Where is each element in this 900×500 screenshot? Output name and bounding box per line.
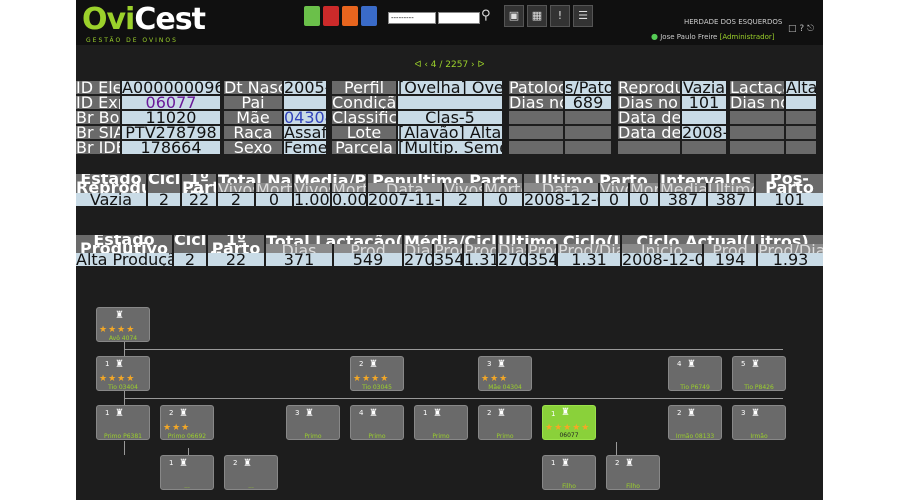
sheep-icon: ♜ (369, 359, 378, 370)
node-number: 2 (677, 409, 682, 417)
sheep-icon: ♜ (305, 408, 314, 419)
rating-stars: ★★★ (163, 423, 191, 433)
node-number: 1 (551, 459, 556, 467)
rating-stars: ★★★ (481, 374, 509, 384)
tree-node-label[interactable]: ... (224, 483, 278, 490)
tree-connector (124, 441, 125, 455)
sheep-icon: ♜ (687, 359, 696, 370)
tree-node-label[interactable]: Mãe 04304 (478, 384, 532, 391)
node-number: 2 (487, 409, 492, 417)
sheep-icon: ♜ (561, 458, 570, 469)
rating-stars: ★★★★ (99, 325, 136, 335)
node-number: 2 (359, 360, 364, 368)
tree-node-label[interactable]: Irmão 08133 (668, 433, 722, 440)
sheep-icon: ♜ (433, 408, 442, 419)
node-number: 1 (423, 409, 428, 417)
tree-node-label[interactable]: Tio P8426 (732, 384, 786, 391)
sheep-icon: ♜ (115, 408, 124, 419)
node-number: 4 (359, 409, 364, 417)
tree-node-label[interactable]: ... (160, 483, 214, 490)
family-tree: ♜ ★★★★ Avô 4074 1 ♜ ★★★★ Tio 03404 2 ♜ ★★★★ Tio 03… (76, 0, 823, 500)
sheep-icon: ♜ (369, 408, 378, 419)
tree-connector (124, 398, 783, 399)
node-number: 4 (677, 360, 682, 368)
tree-node-label[interactable]: Primo (350, 433, 404, 440)
node-number: 2 (233, 459, 238, 467)
tree-node-label[interactable]: Filho (606, 483, 660, 490)
sheep-icon: ♜ (497, 408, 506, 419)
tree-node-label[interactable]: 06077 (542, 432, 596, 439)
sheep-icon: ♜ (115, 359, 124, 370)
node-number: 1 (105, 360, 110, 368)
sheep-icon: ♜ (561, 407, 570, 418)
sheep-icon: ♜ (751, 359, 760, 370)
tree-connector (124, 349, 783, 350)
tree-node-label[interactable]: Avô 4074 (96, 335, 150, 342)
sheep-icon: ♜ (115, 310, 124, 321)
tree-node-label[interactable]: Tio 03045 (350, 384, 404, 391)
tree-node-label[interactable]: Irmão (732, 433, 786, 440)
node-number: 1 (551, 410, 556, 418)
rating-stars: ★★★★ (353, 374, 390, 384)
tree-node-label[interactable]: Tio P6749 (668, 384, 722, 391)
rating-stars: ★★★★ (99, 374, 136, 384)
node-number: 1 (169, 459, 174, 467)
tree-node-label[interactable]: Primo (286, 433, 340, 440)
sheep-icon: ♜ (497, 359, 506, 370)
tree-node-label[interactable]: Primo 06692 (160, 433, 214, 440)
node-number: 2 (615, 459, 620, 467)
tree-node-label[interactable]: Filho (542, 483, 596, 490)
app-window: OviCest GESTÃO DE OVINOS --------- ⚲ ▣ ▦… (76, 0, 823, 500)
tree-connector (616, 442, 617, 456)
sheep-icon: ♜ (179, 458, 188, 469)
node-number: 2 (169, 409, 174, 417)
node-number: 3 (295, 409, 300, 417)
sheep-icon: ♜ (179, 408, 188, 419)
node-number: 5 (741, 360, 746, 368)
tree-node-label[interactable]: Primo (478, 433, 532, 440)
node-number: 1 (105, 409, 110, 417)
tree-node-label[interactable]: Primo (414, 433, 468, 440)
tree-node-label[interactable]: Tio 03404 (96, 384, 150, 391)
sheep-icon: ♜ (751, 408, 760, 419)
node-number: 3 (741, 409, 746, 417)
tree-node-label[interactable]: Primo P6381 (96, 433, 150, 440)
node-number: 3 (487, 360, 492, 368)
sheep-icon: ♜ (625, 458, 634, 469)
sheep-icon: ♜ (687, 408, 696, 419)
sheep-icon: ♜ (243, 458, 252, 469)
